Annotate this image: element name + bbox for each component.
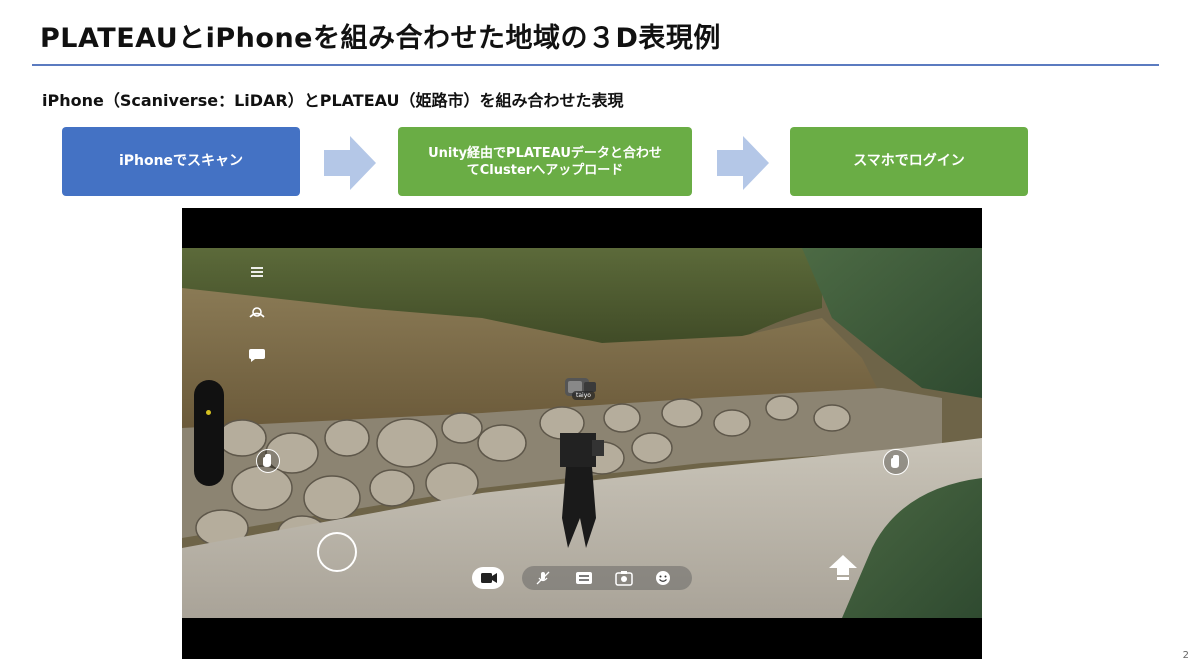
chat-icon[interactable] bbox=[248, 347, 266, 363]
flow-step-upload: Unity経由でPLATEAUデータと合わせ てClusterへアップロード bbox=[398, 127, 692, 196]
movement-joystick[interactable] bbox=[194, 380, 224, 486]
cluster-app-screenshot: taiyo bbox=[182, 208, 982, 659]
menu-icon[interactable] bbox=[250, 266, 264, 278]
camera-icon[interactable] bbox=[472, 567, 504, 589]
slide-title: PLATEAUとiPhoneを組み合わせた地域の３D表現例 bbox=[40, 23, 721, 54]
scene-render bbox=[182, 248, 982, 618]
photo-icon[interactable] bbox=[615, 570, 633, 586]
switch-icon[interactable] bbox=[575, 570, 593, 586]
flow-step-login: スマホでログイン bbox=[790, 127, 1028, 196]
user-icon[interactable] bbox=[248, 306, 266, 322]
flow-arrow-2 bbox=[717, 136, 769, 190]
hand-icon[interactable] bbox=[883, 449, 909, 475]
action-circle-button[interactable] bbox=[317, 532, 357, 572]
slide-subtitle: iPhone（Scaniverse：LiDAR）とPLATEAU（姫路市）を組み… bbox=[42, 91, 624, 110]
avatar-nametag: taiyo bbox=[572, 391, 595, 400]
mic-muted-icon[interactable] bbox=[535, 570, 551, 586]
bottom-toolbar bbox=[472, 565, 692, 591]
title-underline bbox=[32, 64, 1159, 66]
flow-arrow-1 bbox=[324, 136, 376, 190]
page-number: 2 bbox=[1182, 650, 1189, 661]
flow-step-scan: iPhoneでスキャン bbox=[62, 127, 300, 196]
scanned-3d-scene: taiyo bbox=[182, 248, 982, 618]
emoji-icon[interactable] bbox=[655, 570, 671, 586]
hand-icon[interactable] bbox=[256, 449, 280, 473]
joystick-indicator bbox=[206, 410, 211, 415]
jump-arrow-icon[interactable] bbox=[829, 555, 857, 581]
